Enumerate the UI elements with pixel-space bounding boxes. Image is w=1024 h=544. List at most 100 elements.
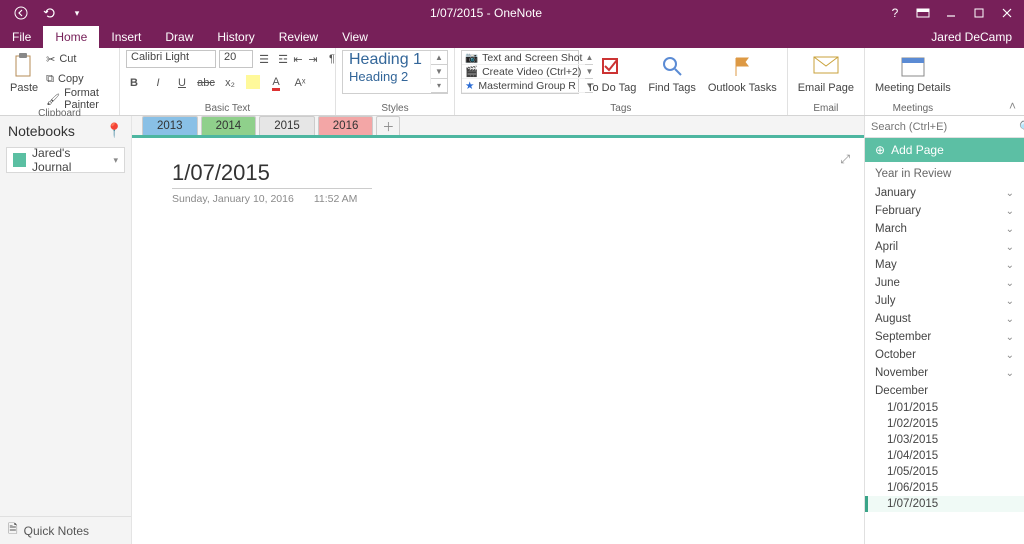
- style-heading1[interactable]: Heading 1: [343, 51, 431, 69]
- tab-file[interactable]: File: [0, 26, 43, 48]
- tree-month[interactable]: November⌄: [865, 364, 1024, 382]
- page-list-pane: 🔍 ▾ ⊕ Add Page Year in Review January⌄Fe…: [864, 116, 1024, 544]
- group-label: Tags: [461, 103, 781, 115]
- note-icon: 🗎: [8, 520, 18, 541]
- underline-button[interactable]: U: [174, 75, 190, 91]
- copy-icon: ⧉: [46, 73, 54, 86]
- help-icon[interactable]: ?: [888, 6, 902, 20]
- tree-month[interactable]: February⌄: [865, 202, 1024, 220]
- group-styles: Heading 1 Heading 2 ▲▼▾ Styles: [336, 48, 455, 115]
- todo-tag-button[interactable]: To Do Tag: [583, 50, 640, 96]
- italic-button[interactable]: I: [150, 75, 166, 91]
- meeting-details-button[interactable]: Meeting Details: [871, 50, 955, 96]
- minimize-icon[interactable]: [944, 6, 958, 20]
- add-page-button[interactable]: ⊕ Add Page: [865, 138, 1024, 162]
- bold-button[interactable]: B: [126, 75, 142, 91]
- style-scroll[interactable]: ▲▼▾: [431, 51, 447, 93]
- brush-icon: 🖌: [46, 93, 60, 106]
- indent-right-icon[interactable]: ⇥: [305, 51, 321, 67]
- style-heading2[interactable]: Heading 2: [343, 69, 431, 84]
- clear-format-button[interactable]: Aˣ: [292, 75, 308, 91]
- add-section-button[interactable]: ＋: [376, 116, 400, 135]
- pin-icon[interactable]: 📍: [106, 122, 123, 139]
- notebook-name: Jared's Journal: [32, 146, 107, 174]
- fullscreen-icon[interactable]: ⤢: [840, 152, 850, 167]
- tab-draw[interactable]: Draw: [153, 26, 205, 48]
- subscript-button[interactable]: x₂: [222, 75, 238, 91]
- tree-page[interactable]: 1/02/2015: [865, 416, 1024, 432]
- tree-month[interactable]: August⌄: [865, 310, 1024, 328]
- back-icon[interactable]: [14, 6, 28, 20]
- camera-icon: 📷: [465, 51, 478, 64]
- tree-month[interactable]: July⌄: [865, 292, 1024, 310]
- group-label: Email: [794, 103, 858, 115]
- star-icon: ★: [465, 80, 474, 92]
- tab-history[interactable]: History: [205, 26, 266, 48]
- section-tab-2014[interactable]: 2014: [201, 116, 257, 135]
- collapse-ribbon-icon[interactable]: ˄: [1009, 99, 1016, 113]
- maximize-icon[interactable]: [972, 6, 986, 20]
- copy-button[interactable]: ⧉Copy: [46, 70, 113, 88]
- section-tab-2016[interactable]: 2016: [318, 116, 374, 135]
- chevron-down-icon: ⌄: [1006, 278, 1014, 289]
- format-painter-button[interactable]: 🖌Format Painter: [46, 90, 113, 108]
- section-tab-2015[interactable]: 2015: [259, 116, 315, 135]
- search-box[interactable]: 🔍 ▾: [865, 116, 1024, 138]
- tree-page[interactable]: 1/04/2015: [865, 448, 1024, 464]
- tree-month[interactable]: September⌄: [865, 328, 1024, 346]
- group-email: Email Page Email: [788, 48, 865, 115]
- ribbon-display-icon[interactable]: [916, 6, 930, 20]
- tree-month[interactable]: January⌄: [865, 184, 1024, 202]
- highlight-button[interactable]: [246, 75, 260, 89]
- tree-month[interactable]: October⌄: [865, 346, 1024, 364]
- page-tree-heading[interactable]: Year in Review: [865, 162, 1024, 184]
- page-canvas[interactable]: ⤢ 1/07/2015 Sunday, January 10, 2016 11:…: [132, 138, 864, 544]
- chevron-down-icon: ▾: [113, 155, 118, 166]
- find-tags-button[interactable]: Find Tags: [644, 50, 700, 96]
- tree-page[interactable]: 1/03/2015: [865, 432, 1024, 448]
- tree-month[interactable]: June⌄: [865, 274, 1024, 292]
- font-color-button[interactable]: A: [268, 75, 284, 91]
- cut-button[interactable]: ✂Cut: [46, 50, 113, 68]
- ribbon: Paste ✂Cut ⧉Copy 🖌Format Painter Clipboa…: [0, 48, 1024, 116]
- tree-month[interactable]: May⌄: [865, 256, 1024, 274]
- tag-gallery[interactable]: 📷Text and Screen Shot 🎬Create Video (Ctr…: [461, 50, 579, 94]
- qat-dropdown-icon[interactable]: ▾: [70, 6, 84, 20]
- notebook-item[interactable]: Jared's Journal ▾: [6, 147, 125, 173]
- tree-page[interactable]: 1/01/2015: [865, 400, 1024, 416]
- account-name[interactable]: Jared DeCamp: [931, 30, 1024, 48]
- tab-home[interactable]: Home: [43, 26, 99, 48]
- tab-review[interactable]: Review: [267, 26, 330, 48]
- quick-notes-button[interactable]: 🗎 Quick Notes: [0, 516, 131, 544]
- undo-icon[interactable]: [42, 6, 56, 20]
- style-gallery[interactable]: Heading 1 Heading 2 ▲▼▾: [342, 50, 448, 94]
- tree-page[interactable]: 1/06/2015: [865, 480, 1024, 496]
- tree-month[interactable]: April⌄: [865, 238, 1024, 256]
- notebook-pane: Notebooks 📍 Jared's Journal ▾ 🗎 Quick No…: [0, 116, 132, 544]
- section-tab-2013[interactable]: 2013: [142, 116, 198, 135]
- font-size-select[interactable]: 20: [219, 50, 253, 68]
- tree-month[interactable]: March⌄: [865, 220, 1024, 238]
- email-page-button[interactable]: Email Page: [794, 50, 858, 96]
- tab-view[interactable]: View: [330, 26, 380, 48]
- tab-insert[interactable]: Insert: [99, 26, 153, 48]
- indent-left-icon[interactable]: ⇤: [294, 51, 302, 67]
- tag-item[interactable]: 📷Text and Screen Shot: [462, 51, 585, 65]
- bullets-icon[interactable]: ☰: [256, 51, 272, 67]
- tag-item[interactable]: 🎬Create Video (Ctrl+2): [462, 65, 585, 79]
- tree-month-december[interactable]: December: [865, 382, 1024, 400]
- font-name-select[interactable]: Calibri Light: [126, 50, 216, 68]
- outlook-tasks-button[interactable]: Outlook Tasks: [704, 50, 781, 96]
- chevron-down-icon: ⌄: [1006, 314, 1014, 325]
- strike-button[interactable]: abc: [198, 75, 214, 91]
- page-title[interactable]: 1/07/2015: [172, 160, 372, 189]
- search-icon: [658, 52, 686, 80]
- paste-button[interactable]: Paste: [6, 50, 42, 96]
- tree-page[interactable]: 1/05/2015: [865, 464, 1024, 480]
- tag-item[interactable]: ★Mastermind Group R: [462, 79, 585, 93]
- search-input[interactable]: [865, 121, 1019, 133]
- search-icon[interactable]: 🔍: [1019, 120, 1024, 134]
- numbering-icon[interactable]: ☲: [275, 51, 291, 67]
- close-icon[interactable]: [1000, 6, 1014, 20]
- tree-page[interactable]: 1/07/2015: [865, 496, 1024, 512]
